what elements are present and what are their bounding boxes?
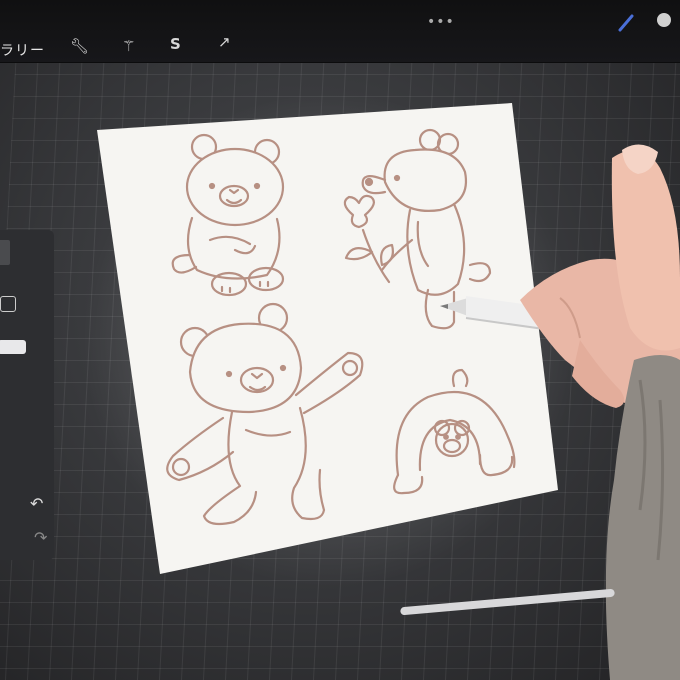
- photo-illustration: [97, 13, 680, 680]
- brush-icon[interactable]: [618, 14, 634, 32]
- drawing-canvas: [97, 103, 558, 574]
- scene: ラリー 🔧︎ ⚚ S ↗ ••• ↶ ↷: [0, 0, 680, 680]
- smudge-icon[interactable]: [657, 13, 671, 27]
